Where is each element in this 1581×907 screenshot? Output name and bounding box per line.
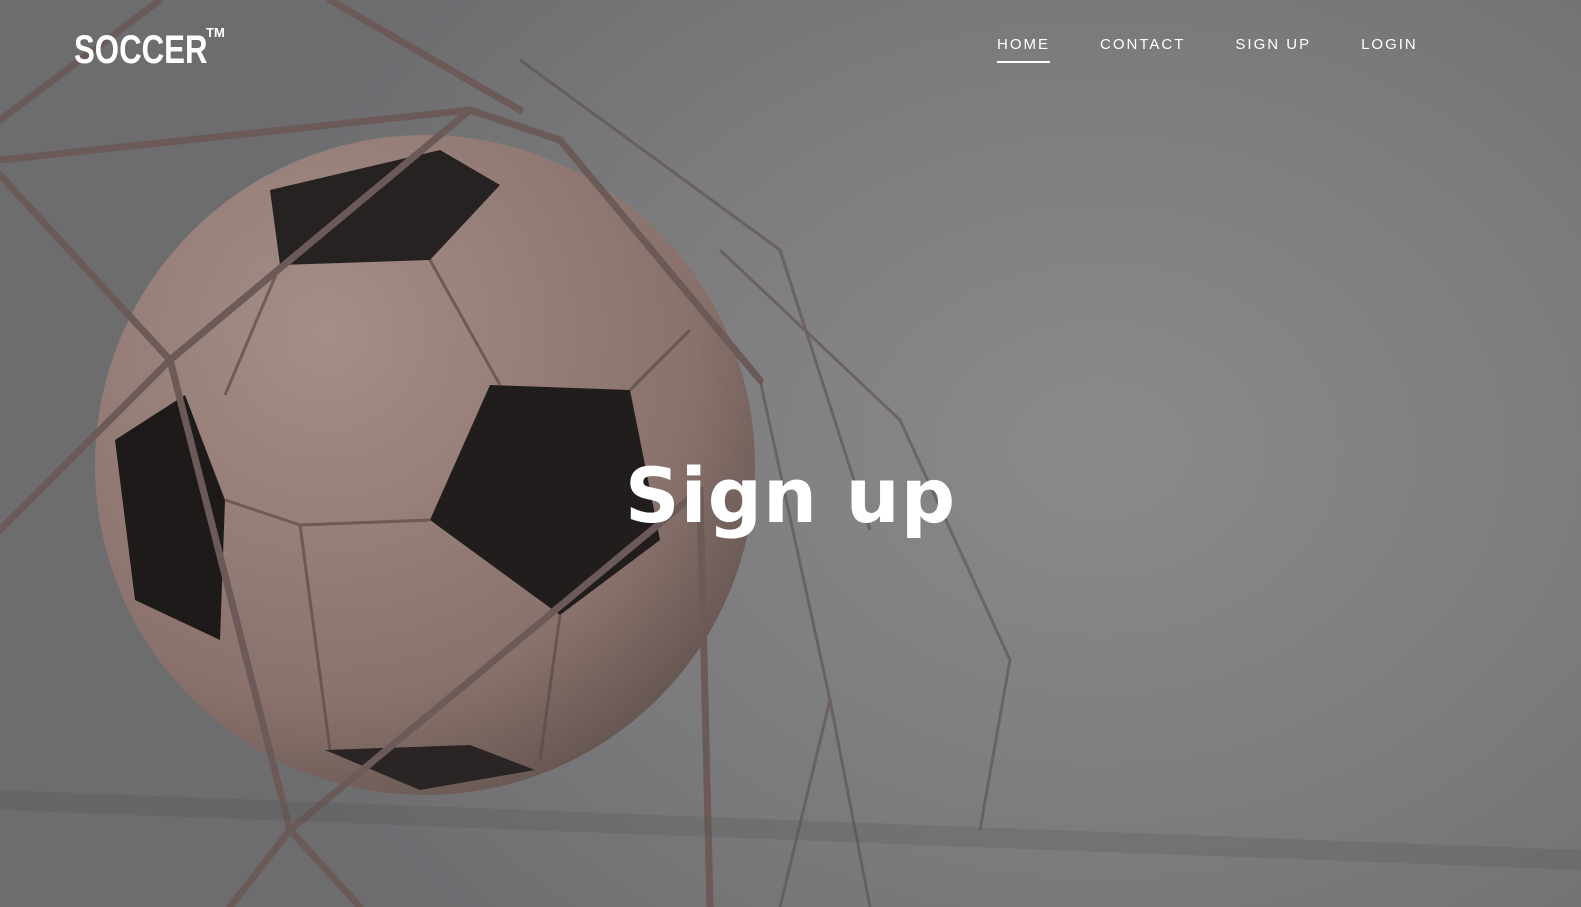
nav-home[interactable]: HOME	[997, 36, 1050, 63]
trademark-mark: TM	[206, 25, 225, 40]
page-title: Sign up	[624, 450, 957, 540]
main-nav: HOME CONTACT SIGN UP LOGIN	[997, 36, 1418, 63]
nav-sign-up[interactable]: SIGN UP	[1235, 36, 1311, 63]
site-header: SOCCER TM HOME CONTACT SIGN UP LOGIN	[0, 0, 1581, 90]
logo[interactable]: SOCCER	[74, 28, 207, 72]
nav-login[interactable]: LOGIN	[1361, 36, 1418, 63]
nav-contact[interactable]: CONTACT	[1100, 36, 1185, 63]
